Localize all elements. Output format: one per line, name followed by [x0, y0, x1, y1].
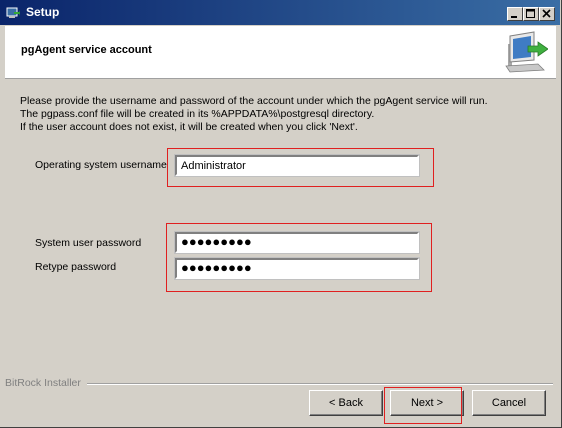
- page-title: pgAgent service account: [21, 44, 152, 56]
- setup-window: Setup pgAgent service account Please pro…: [0, 0, 562, 428]
- password-highlight: [166, 223, 432, 292]
- window-title: Setup: [26, 5, 60, 19]
- title-bar[interactable]: Setup: [0, 0, 560, 25]
- description-line-1: Please provide the username and password…: [20, 95, 488, 107]
- username-highlight: [167, 148, 434, 187]
- description: Please provide the username and password…: [20, 95, 488, 134]
- setup-app-icon: [6, 7, 20, 18]
- footer-divider: [87, 383, 553, 385]
- username-label: Operating system username: [35, 159, 167, 171]
- computer-install-icon: [505, 31, 548, 73]
- minimize-button[interactable]: [507, 7, 523, 21]
- minimize-icon: [511, 16, 517, 18]
- description-line-3: If the user account does not exist, it w…: [20, 121, 358, 133]
- close-icon: [542, 9, 551, 18]
- installer-brand-label: BitRock Installer: [5, 377, 81, 389]
- back-button[interactable]: < Back: [309, 390, 383, 416]
- maximize-button[interactable]: [523, 7, 539, 21]
- password-label: System user password: [35, 237, 142, 249]
- cancel-button[interactable]: Cancel: [472, 390, 546, 416]
- description-line-2: The pgpass.conf file will be created in …: [20, 108, 375, 120]
- next-highlight: [384, 387, 462, 424]
- wizard-header: pgAgent service account: [5, 26, 556, 79]
- retype-password-label: Retype password: [35, 261, 117, 273]
- maximize-icon: [526, 9, 535, 18]
- close-button[interactable]: [539, 7, 555, 21]
